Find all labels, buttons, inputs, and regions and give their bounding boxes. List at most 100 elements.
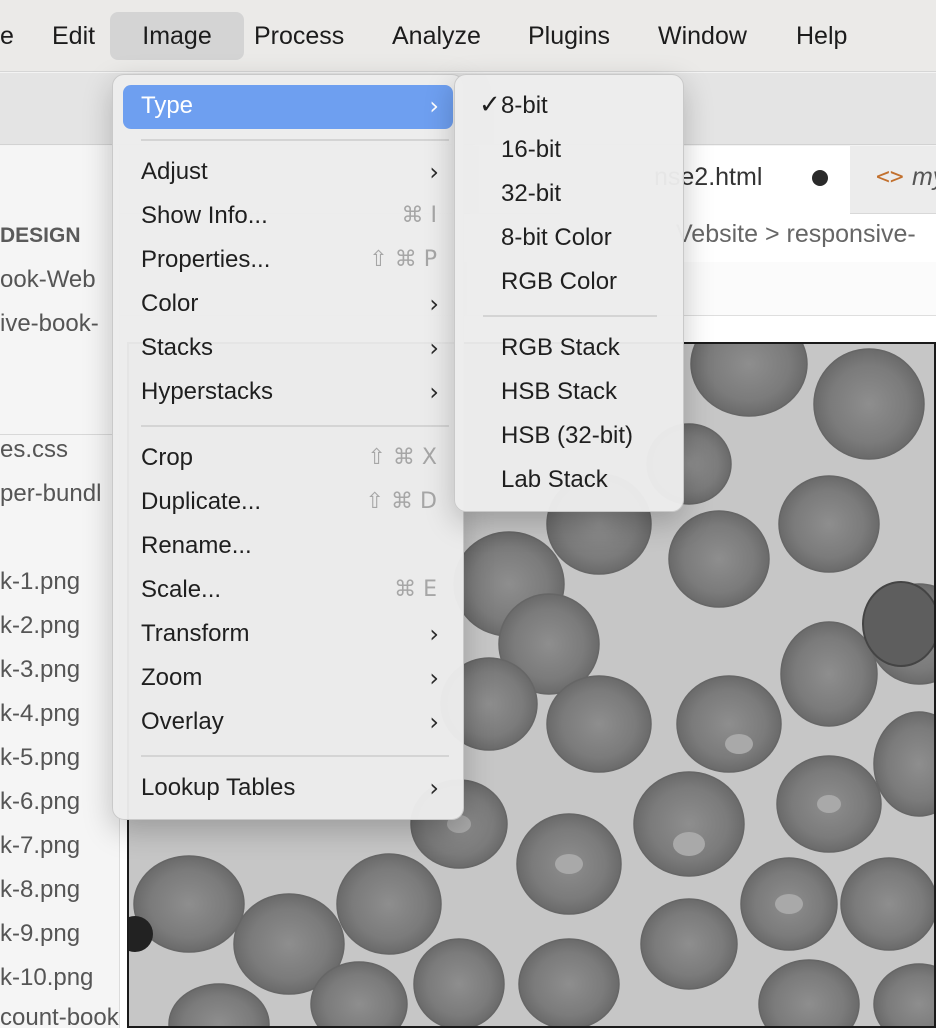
menu-item-label: Duplicate... — [141, 488, 262, 515]
menu-item-rename[interactable]: Rename... — [123, 525, 453, 569]
chevron-right-icon: › — [429, 708, 439, 736]
sidebar-file-item[interactable]: k-2.png — [0, 612, 80, 640]
sidebar-folder-item[interactable]: ive-book- — [0, 310, 99, 338]
menu-process[interactable]: Process — [240, 12, 358, 60]
submenu-item-label: 8-bit — [501, 92, 548, 119]
sidebar-file-item[interactable]: k-10.png — [0, 964, 93, 992]
chevron-right-icon: › — [429, 378, 439, 406]
submenu-item-hsb-stack[interactable]: HSB Stack — [465, 371, 675, 415]
menu-separator — [141, 755, 449, 757]
menu-item-label: Type — [141, 92, 194, 119]
tab-next-label[interactable]: my — [912, 163, 936, 192]
menu-edit[interactable]: Edit — [38, 12, 109, 60]
chevron-right-icon: › — [429, 290, 439, 318]
submenu-item-rgb-stack[interactable]: RGB Stack — [465, 327, 675, 371]
checkmark-icon: ✓ — [479, 90, 501, 120]
menu-item-label: Show Info... — [141, 202, 268, 229]
code-file-icon: <> — [876, 164, 904, 190]
sidebar-file-item[interactable]: k-6.png — [0, 788, 80, 816]
sidebar-file-item[interactable]: count-book — [0, 1004, 119, 1028]
menu-item-label: Zoom — [141, 664, 203, 691]
menu-help[interactable]: Help — [782, 12, 861, 60]
menu-item-label: Overlay — [141, 708, 224, 735]
sidebar-file-item[interactable]: k-3.png — [0, 656, 80, 684]
menu-item-label: Hyperstacks — [141, 378, 274, 405]
sidebar-file-item[interactable]: k-8.png — [0, 876, 80, 904]
sidebar-file-item[interactable]: es.css — [0, 436, 68, 464]
keyboard-shortcut: ⇧ ⌘ X — [367, 445, 438, 470]
menu-item-label: Adjust — [141, 158, 208, 185]
chevron-right-icon: › — [429, 158, 439, 186]
chevron-right-icon: › — [429, 664, 439, 692]
submenu-item-label: RGB Color — [501, 268, 618, 295]
menu-item-label: Properties... — [141, 246, 271, 273]
menu-item-show-info[interactable]: Show Info... ⌘ I — [123, 195, 453, 239]
sidebar-file-item[interactable]: per-bundl — [0, 480, 101, 508]
menu-item-zoom[interactable]: Zoom › — [123, 657, 453, 701]
breadcrumb-path[interactable]: Vebsite > responsive- — [676, 220, 916, 249]
sidebar-file-item[interactable]: k-1.png — [0, 568, 80, 596]
submenu-item-label: RGB Stack — [501, 334, 620, 361]
menu-item-stacks[interactable]: Stacks › — [123, 327, 453, 371]
menu-item-transform[interactable]: Transform › — [123, 613, 453, 657]
menu-item-properties[interactable]: Properties... ⇧ ⌘ P — [123, 239, 453, 283]
menu-file-partial[interactable]: e — [0, 12, 28, 60]
file-explorer-sidebar: DESIGN ook-Web ive-book- es.css per-bund… — [0, 146, 120, 1028]
submenu-item-8-bit[interactable]: ✓ 8-bit — [465, 85, 675, 129]
submenu-item-rgb-color[interactable]: RGB Color — [465, 261, 675, 305]
menu-separator — [141, 139, 449, 141]
submenu-item-lab-stack[interactable]: Lab Stack — [465, 459, 675, 503]
sidebar-file-item[interactable]: k-9.png — [0, 920, 80, 948]
menu-item-lookup-tables[interactable]: Lookup Tables › — [123, 767, 453, 811]
chevron-right-icon: › — [429, 334, 439, 362]
keyboard-shortcut: ⇧ ⌘ D — [365, 489, 437, 514]
menu-item-scale[interactable]: Scale... ⌘ E — [123, 569, 453, 613]
menu-item-type[interactable]: Type › — [123, 85, 453, 129]
keyboard-shortcut: ⌘ I — [401, 203, 437, 228]
submenu-item-8-bit-color[interactable]: 8-bit Color — [465, 217, 675, 261]
menu-item-label: Color — [141, 290, 199, 317]
menu-item-adjust[interactable]: Adjust › — [123, 151, 453, 195]
menu-item-label: Stacks — [141, 334, 214, 361]
menu-item-color[interactable]: Color › — [123, 283, 453, 327]
menu-bar: e Edit Image Process Analyze Plugins Win… — [0, 0, 936, 72]
menu-analyze[interactable]: Analyze — [378, 12, 495, 60]
menu-image[interactable]: Image — [110, 12, 244, 60]
menu-item-label: Scale... — [141, 576, 222, 603]
type-submenu: ✓ 8-bit 16-bit 32-bit 8-bit Color RGB Co… — [454, 74, 684, 512]
sidebar-folder-item[interactable]: ook-Web — [0, 266, 96, 294]
menu-item-overlay[interactable]: Overlay › — [123, 701, 453, 745]
keyboard-shortcut: ⌘ E — [394, 577, 437, 602]
submenu-item-label: HSB Stack — [501, 378, 618, 405]
menu-item-label: Crop — [141, 444, 194, 471]
menu-item-duplicate[interactable]: Duplicate... ⇧ ⌘ D — [123, 481, 453, 525]
submenu-item-hsb-32-bit[interactable]: HSB (32-bit) — [465, 415, 675, 459]
menu-separator — [483, 315, 657, 317]
submenu-item-32-bit[interactable]: 32-bit — [465, 173, 675, 217]
image-menu-dropdown: Type › Adjust › Show Info... ⌘ I Propert… — [112, 74, 464, 820]
chevron-right-icon: › — [429, 620, 439, 648]
submenu-item-label: 8-bit Color — [501, 224, 612, 251]
unsaved-dot-icon[interactable] — [812, 170, 828, 186]
submenu-item-label: HSB (32-bit) — [501, 422, 634, 449]
sidebar-section-heading: DESIGN — [0, 224, 81, 247]
submenu-item-label: Lab Stack — [501, 466, 608, 493]
menu-item-hyperstacks[interactable]: Hyperstacks › — [123, 371, 453, 415]
chevron-right-icon: › — [429, 774, 439, 802]
sidebar-divider — [0, 434, 119, 435]
menu-item-label: Lookup Tables — [141, 774, 296, 801]
menu-item-label: Transform — [141, 620, 250, 647]
menu-item-label: Rename... — [141, 532, 252, 559]
submenu-item-16-bit[interactable]: 16-bit — [465, 129, 675, 173]
chevron-right-icon: › — [429, 92, 439, 120]
submenu-item-label: 16-bit — [501, 136, 562, 163]
menu-item-crop[interactable]: Crop ⇧ ⌘ X — [123, 437, 453, 481]
submenu-item-label: 32-bit — [501, 180, 562, 207]
sidebar-file-item[interactable]: k-7.png — [0, 832, 80, 860]
sidebar-file-item[interactable]: k-5.png — [0, 744, 80, 772]
menu-plugins[interactable]: Plugins — [514, 12, 624, 60]
menu-separator — [141, 425, 449, 427]
sidebar-file-item[interactable]: k-4.png — [0, 700, 80, 728]
menu-window[interactable]: Window — [644, 12, 761, 60]
keyboard-shortcut: ⇧ ⌘ P — [369, 247, 437, 272]
